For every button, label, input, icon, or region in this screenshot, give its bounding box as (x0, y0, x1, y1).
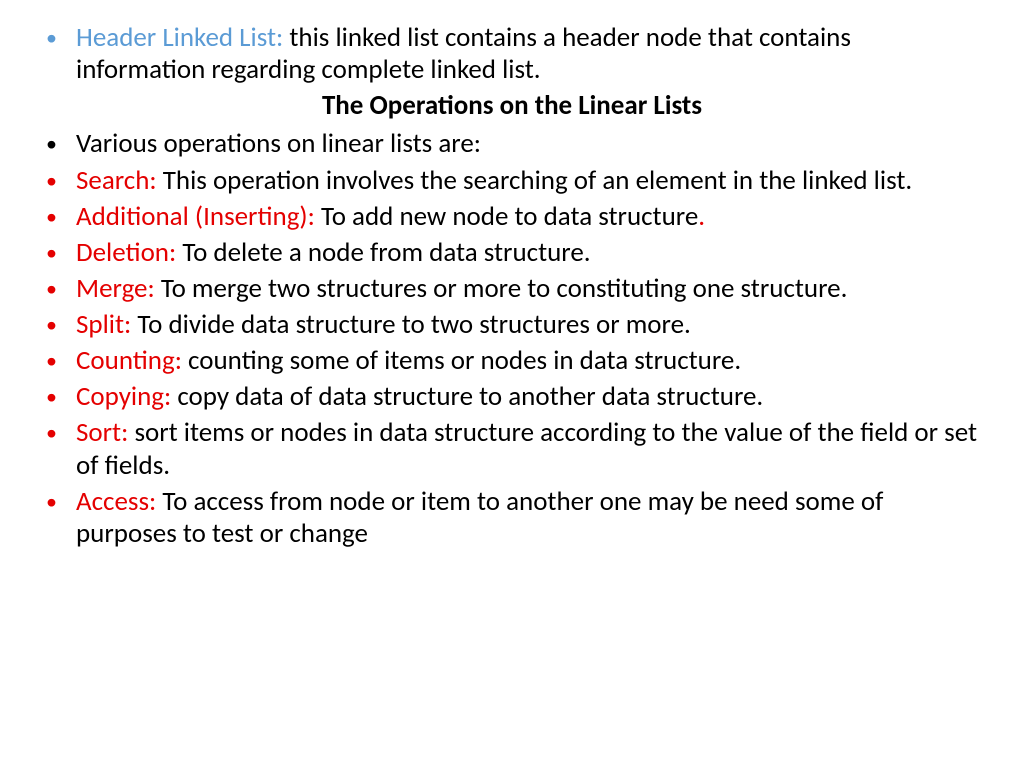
list-item: Additional (Inserting): To add new node … (40, 201, 984, 233)
item-text: Various operations on linear lists are: (76, 127, 481, 160)
list-item: Various operations on linear lists are: (40, 128, 984, 160)
item-text: To merge two structures or more to const… (161, 272, 848, 305)
list-item: Split: To divide data structure to two s… (40, 309, 984, 341)
item-text: To delete a node from data structure. (182, 236, 590, 269)
item-text: This operation involves the searching of… (163, 164, 912, 197)
item-text: sort items or nodes in data structure ac… (76, 416, 977, 481)
term: Merge: (76, 272, 161, 305)
list-item: Header Linked List: this linked list con… (40, 22, 984, 86)
term: Sort: (76, 416, 134, 449)
item-text: To access from node or item to another o… (76, 485, 883, 550)
term: Deletion: (76, 236, 182, 269)
list-item: Search: This operation involves the sear… (40, 165, 984, 197)
item-text: To divide data structure to two structur… (137, 308, 691, 341)
list-item: Counting: counting some of items or node… (40, 345, 984, 377)
section-heading: The Operations on the Linear Lists (40, 90, 984, 122)
list-item: Deletion: To delete a node from data str… (40, 237, 984, 269)
slide-content: Header Linked List: this linked list con… (40, 22, 984, 550)
item-text: counting some of items or nodes in data … (188, 344, 741, 377)
term: Split: (76, 308, 137, 341)
term: Copying: (76, 380, 177, 413)
term: Counting: (76, 344, 188, 377)
list-item: Copying: copy data of data structure to … (40, 381, 984, 413)
trailing-period: . (698, 200, 705, 233)
list-item: Access: To access from node or item to a… (40, 486, 984, 550)
list-item: Merge: To merge two structures or more t… (40, 273, 984, 305)
list-item: Sort: sort items or nodes in data struct… (40, 417, 984, 481)
term: Access: (76, 485, 162, 518)
term: Search: (76, 164, 163, 197)
term: Header Linked List: (76, 21, 289, 54)
item-text: To add new node to data structure (321, 200, 698, 233)
term: Additional (Inserting): (76, 200, 321, 233)
item-text: copy data of data structure to another d… (177, 380, 763, 413)
